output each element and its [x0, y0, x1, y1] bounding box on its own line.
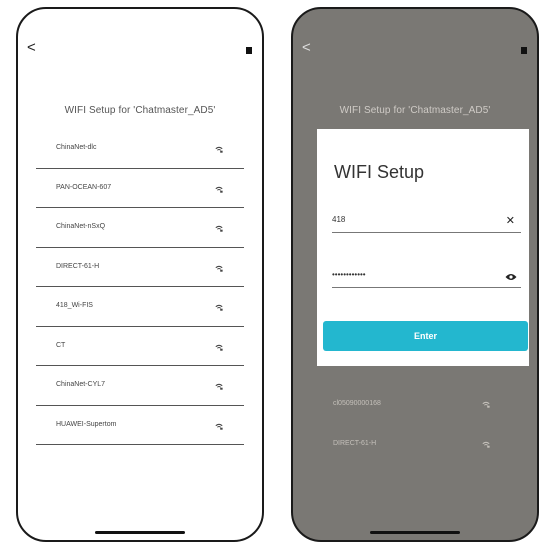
wifi-lock-icon [482, 401, 490, 408]
wifi-ssid: 418_Wi-FIS [56, 302, 93, 309]
eye-icon[interactable] [505, 273, 517, 281]
wifi-lock-icon [215, 304, 223, 311]
password-field[interactable]: •••••••••••• [332, 265, 521, 288]
close-icon[interactable]: ✕ [506, 216, 515, 227]
back-icon[interactable]: < [27, 40, 36, 55]
wifi-lock-icon [215, 383, 223, 390]
password-input[interactable]: •••••••••••• [332, 270, 366, 279]
wifi-lock-icon [215, 146, 223, 153]
ssid-field[interactable]: 418 ✕ [332, 210, 521, 233]
wifi-list-screen: < WIFI Setup for 'Chatmaster_AD5' ChinaN… [16, 7, 264, 542]
wifi-lock-icon [215, 423, 223, 430]
page-title: WIFI Setup for 'Chatmaster_AD5' [339, 105, 491, 116]
wifi-list-item[interactable]: ChinaNet-CYL7 [36, 366, 244, 406]
ssid-input[interactable]: 418 [332, 215, 345, 224]
wifi-list-item[interactable]: 418_Wi-FIS [36, 287, 244, 327]
wifi-lock-icon [215, 225, 223, 232]
wifi-lock-icon [215, 186, 223, 193]
wifi-ssid: PAN-OCEAN-607 [56, 183, 112, 191]
wifi-list-item[interactable]: CT [36, 327, 244, 366]
wifi-list-item[interactable]: PAN-OCEAN-607 [36, 169, 244, 208]
wifi-list-item[interactable]: cl05090000168 [315, 387, 515, 427]
wifi-lock-icon [215, 265, 223, 272]
home-indicator [95, 531, 185, 534]
wifi-ssid: ChinaNet-nSxQ [56, 223, 106, 230]
wifi-list: cl05090000168 DIRECT-61-H [315, 387, 515, 467]
wifi-ssid: cl05090000168 [333, 400, 381, 407]
wifi-list-item[interactable]: DIRECT-61-H [315, 427, 515, 467]
dialog-title: WIFI Setup [334, 162, 425, 182]
wifi-ssid: DIRECT-61-H [333, 440, 377, 447]
wifi-list: ChinaNet-dlc PAN-OCEAN-607 ChinaNet-nSxQ… [36, 129, 244, 445]
home-indicator [370, 531, 460, 534]
wifi-list-item[interactable]: ChinaNet-nSxQ [36, 208, 244, 248]
wifi-ssid: ChinaNet-dlc [56, 144, 97, 151]
menu-icon[interactable] [521, 47, 527, 54]
back-icon[interactable]: < [302, 40, 311, 55]
enter-button[interactable]: Enter [323, 321, 528, 351]
wifi-list-item[interactable]: HUAWEI-Supertom [36, 406, 244, 445]
page-title: WIFI Setup for 'Chatmaster_AD5' [64, 105, 216, 116]
wifi-ssid: ChinaNet-CYL7 [56, 381, 106, 388]
wifi-ssid: DIRECT-61-H [56, 262, 100, 270]
wifi-list-item[interactable]: ChinaNet-dlc [36, 129, 244, 169]
wifi-list-item[interactable]: DIRECT-61-H [36, 248, 244, 287]
wifi-lock-icon [482, 441, 490, 448]
wifi-setup-dialog: WIFI Setup 418 ✕ •••••••••••• Enter [317, 129, 529, 366]
wifi-ssid: HUAWEI-Supertom [56, 420, 117, 428]
wifi-ssid: CT [56, 341, 66, 349]
wifi-setup-dialog-screen: < WIFI Setup for 'Chatmaster_AD5' cl0509… [291, 7, 539, 542]
wifi-lock-icon [215, 344, 223, 351]
menu-icon[interactable] [246, 47, 252, 54]
